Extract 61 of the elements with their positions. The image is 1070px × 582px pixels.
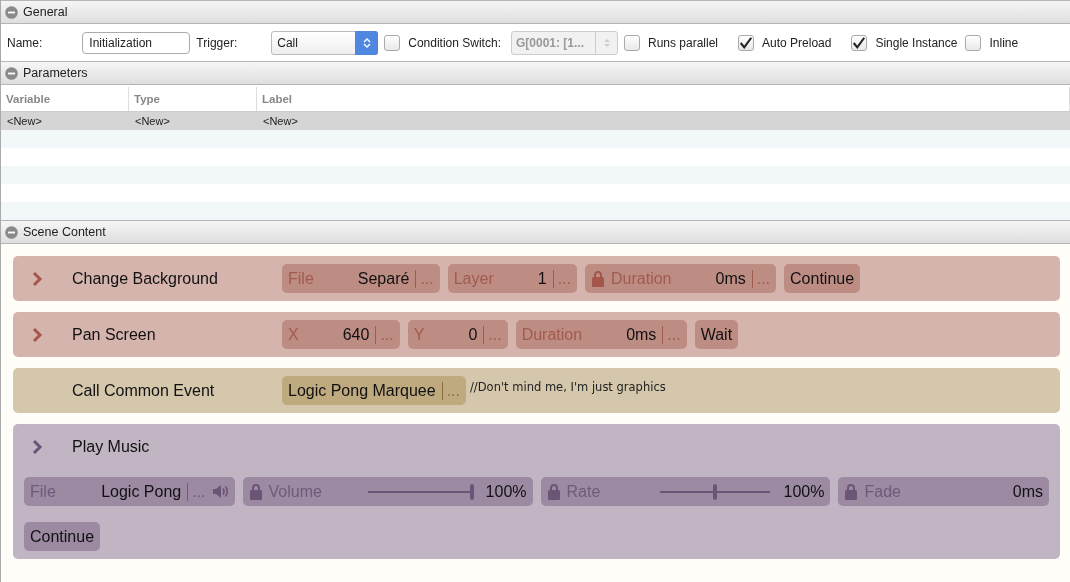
section-header[interactable]: Scene Content [1, 220, 1070, 244]
checkbox-label: Single Instance [875, 35, 958, 50]
speaker-icon[interactable] [211, 484, 229, 499]
checkbox[interactable] [623, 34, 640, 51]
column-header[interactable]: Variable [1, 87, 129, 111]
section-header[interactable]: General [1, 0, 1070, 24]
slider-reading: 100% [485, 482, 527, 501]
check-icon [852, 35, 867, 50]
command-option-button[interactable]: Continue [24, 522, 101, 551]
section-header[interactable]: Parameters [1, 61, 1070, 85]
section-title: Parameters [23, 66, 88, 80]
table-row[interactable]: <New> <New> <New> [1, 112, 1070, 130]
slider-thumb[interactable] [469, 483, 474, 500]
parameter-value: Logic Pong [101, 482, 182, 501]
name-field[interactable]: Initialization [82, 31, 191, 54]
command-option-button[interactable]: Wait [694, 320, 739, 349]
table-cell-text: <New> [262, 114, 299, 129]
section-title: Scene Content [23, 225, 106, 239]
checkbox-label: Runs parallel [647, 35, 718, 50]
parameter-value: 0ms [626, 325, 657, 344]
parameter-value: Logic Pong Marquee [288, 381, 436, 400]
section-title: General [23, 5, 68, 19]
field-label: Name: [7, 35, 43, 50]
field-label: Trigger: [196, 35, 238, 50]
parameter-value: 0ms [1012, 482, 1043, 501]
parameter-value: 0 [468, 325, 478, 344]
chevron-icon[interactable] [30, 438, 44, 455]
checkbox-label: Inline [989, 35, 1019, 50]
column-header[interactable]: Type [129, 87, 257, 111]
trigger-dropdown[interactable]: Call [271, 30, 379, 55]
checkbox-label: Condition Switch: [408, 35, 501, 50]
comment-text: //Don't mind me, I'm just graphics [470, 380, 666, 394]
command-title: Change Background [72, 269, 219, 288]
table-cell-text: <New> [6, 114, 43, 129]
collapse-icon[interactable] [5, 225, 18, 239]
command-title: Pan Screen [72, 325, 157, 344]
command-option-button[interactable]: Continue [784, 264, 861, 293]
checkbox[interactable] [384, 34, 401, 51]
chevron-icon[interactable] [30, 326, 44, 343]
collapse-icon[interactable] [5, 66, 18, 80]
slider-reading: 100% [783, 482, 825, 501]
checkbox[interactable] [851, 34, 868, 51]
command-title: Call Common Event [72, 381, 216, 400]
parameter-value: 640 [342, 325, 370, 344]
column-header[interactable]: Label [257, 87, 1070, 111]
collapse-icon[interactable] [5, 5, 18, 19]
check-icon [739, 35, 753, 50]
command-title: Play Music [72, 437, 151, 456]
parameter-value: Separé [357, 269, 410, 288]
parameter-value: 0ms [715, 269, 746, 288]
chevron-icon[interactable] [30, 270, 44, 287]
spinner-icon [602, 36, 611, 49]
parameter-field[interactable]: Logic Pong Marquee ... [282, 376, 466, 405]
slider-thumb[interactable] [712, 483, 717, 500]
command-card[interactable]: Call Common Event Logic Pong Marquee ... //Don't mind me, I'm just graphics [13, 368, 1060, 413]
parameter-value: 1 [537, 269, 547, 288]
spinner-icon [363, 36, 372, 49]
checkbox[interactable] [965, 34, 982, 51]
checkbox[interactable] [738, 34, 754, 51]
checkbox-label: Auto Preload [762, 35, 832, 50]
table-cell-text: <New> [134, 114, 171, 129]
